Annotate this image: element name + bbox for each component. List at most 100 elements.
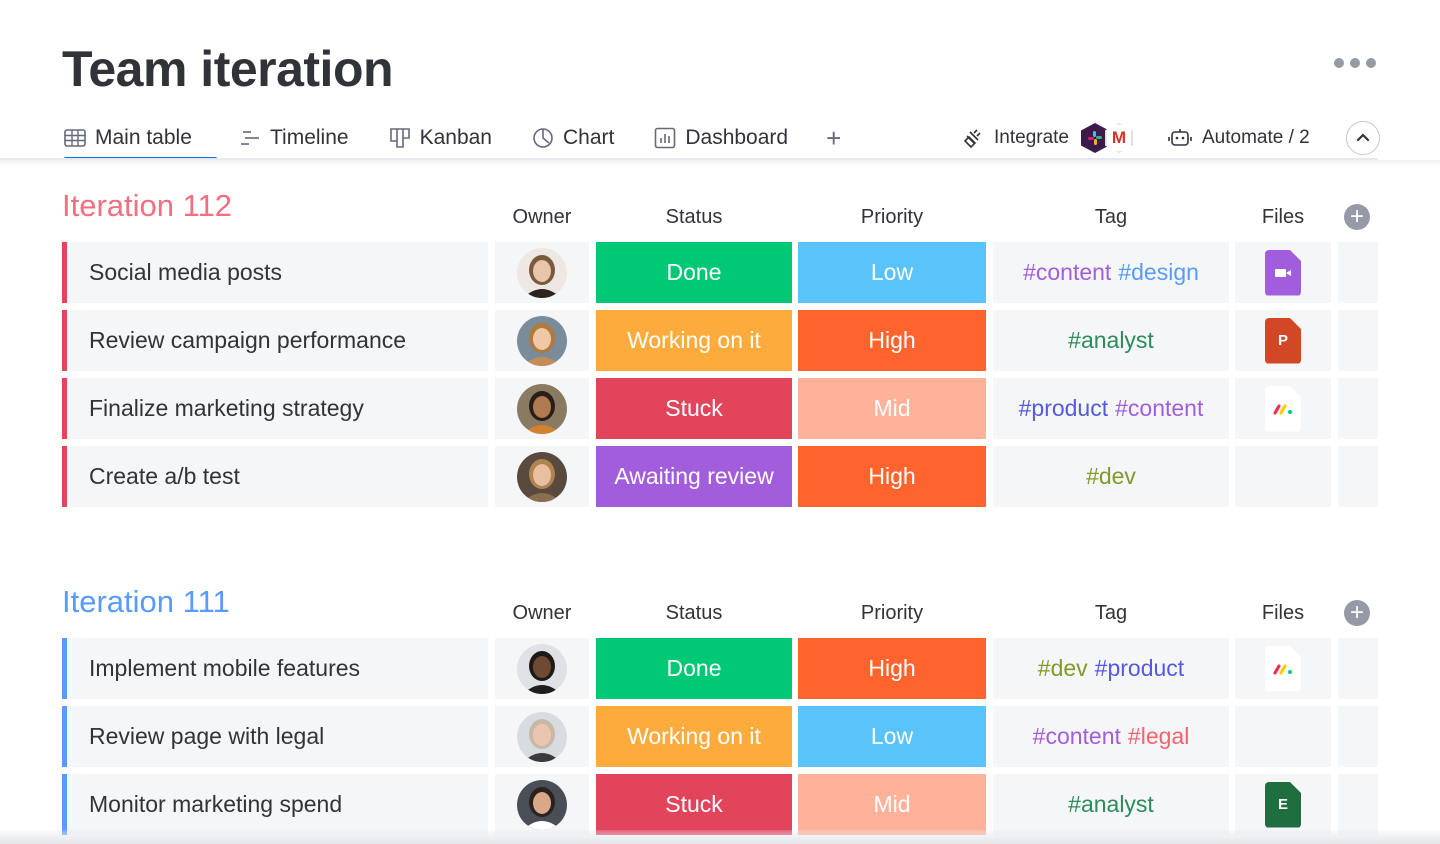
table-row[interactable]: Review campaign performance Working on i… [62,310,1378,371]
column-header-files[interactable]: Files [1235,206,1331,229]
column-header-tag[interactable]: Tag [993,206,1229,229]
priority-cell[interactable]: High [798,310,986,371]
owner-cell[interactable] [495,310,589,371]
tag-chip[interactable]: #content [1115,395,1203,422]
tag-cell[interactable]: #content #design [993,242,1229,303]
ellipsis-dot [1350,58,1360,68]
tag-cell[interactable]: #analyst [993,310,1229,371]
table-row[interactable]: Social media posts Done Low #content #des… [62,242,1378,303]
files-cell[interactable] [1235,446,1331,507]
group-title[interactable]: Iteration 112 [62,188,232,224]
status-cell[interactable]: Working on it [596,310,792,371]
priority-cell[interactable]: Low [798,706,986,767]
column-header-tag[interactable]: Tag [993,602,1229,625]
status-cell[interactable]: Stuck [596,378,792,439]
tag-cell[interactable]: #content #legal [993,706,1229,767]
column-header-owner[interactable]: Owner [495,602,589,625]
tab-label: Dashboard [685,126,789,149]
tag-chip[interactable]: #content [1033,723,1121,750]
group-color-bar [62,242,67,303]
tag-cell[interactable]: #analyst [993,774,1229,835]
chevron-up-icon [1356,129,1370,147]
table-row[interactable]: Create a/b test Awaiting review High #de… [62,446,1378,507]
item-name-cell[interactable]: Finalize marketing strategy [62,378,488,439]
item-name-cell[interactable]: Implement mobile features [62,638,488,699]
column-header-files[interactable]: Files [1235,602,1331,625]
tag-chip[interactable]: #dev [1086,463,1136,490]
status-cell[interactable]: Done [596,638,792,699]
owner-cell[interactable] [495,446,589,507]
monday-doc-icon[interactable] [1265,385,1301,432]
owner-cell[interactable] [495,774,589,835]
tag-chip[interactable]: #product [1019,395,1109,422]
priority-cell[interactable]: Mid [798,774,986,835]
files-cell[interactable] [1235,638,1331,699]
priority-label: High [868,655,916,681]
priority-cell[interactable]: High [798,446,986,507]
status-cell[interactable]: Done [596,242,792,303]
tag-chip[interactable]: #product [1095,655,1185,682]
priority-cell[interactable]: High [798,638,986,699]
tag-cell[interactable]: #dev #product [993,638,1229,699]
more-options-button[interactable] [1334,58,1376,68]
tag-chip[interactable]: #legal [1128,723,1189,750]
slack-icon [1081,123,1109,153]
tab-kanban[interactable]: Kanban [389,119,492,157]
column-header-priority[interactable]: Priority [798,602,986,625]
item-name-cell[interactable]: Review page with legal [62,706,488,767]
group-color-bar [62,310,67,371]
owner-cell[interactable] [495,242,589,303]
item-name-cell[interactable]: Create a/b test [62,446,488,507]
powerpoint-file-icon[interactable]: P [1265,317,1301,364]
group-title[interactable]: Iteration 111 [62,584,230,620]
status-cell[interactable]: Awaiting review [596,446,792,507]
add-column-button[interactable]: + [1344,204,1370,230]
tab-main-table[interactable]: Main table [64,119,217,160]
table-row[interactable]: Finalize marketing strategy Stuck Mid #p… [62,378,1378,439]
tag-cell[interactable]: #dev [993,446,1229,507]
item-name-cell[interactable]: Social media posts [62,242,488,303]
status-cell[interactable]: Working on it [596,706,792,767]
add-view-button[interactable]: + [826,123,841,154]
files-cell[interactable]: E [1235,774,1331,835]
integrate-button[interactable]: Integrate M [960,118,1133,158]
item-name-cell[interactable]: Monitor marketing spend [62,774,488,835]
column-header-priority[interactable]: Priority [798,206,986,229]
table-row[interactable]: Implement mobile features Done High #dev… [62,638,1378,699]
status-cell[interactable]: Stuck [596,774,792,835]
tag-chip[interactable]: #dev [1038,655,1088,682]
tag-chip[interactable]: #content [1023,259,1111,286]
owner-cell[interactable] [495,638,589,699]
tag-chip[interactable]: #analyst [1068,327,1154,354]
add-column-button[interactable]: + [1344,600,1370,626]
table-row[interactable]: Monitor marketing spend Stuck Mid #analy… [62,774,1378,835]
chart-pie-icon [532,127,554,149]
item-name-cell[interactable]: Review campaign performance [62,310,488,371]
priority-cell[interactable]: Low [798,242,986,303]
files-cell[interactable] [1235,242,1331,303]
table-row[interactable]: Review page with legal Working on it Low… [62,706,1378,767]
owner-cell[interactable] [495,378,589,439]
files-cell[interactable]: P [1235,310,1331,371]
status-label: Done [666,259,722,285]
column-header-owner[interactable]: Owner [495,206,589,229]
monday-doc-icon[interactable] [1265,645,1301,692]
tag-chip[interactable]: #design [1118,259,1199,286]
tab-dashboard[interactable]: Dashboard [654,119,788,157]
column-header-status[interactable]: Status [596,206,792,229]
excel-file-icon[interactable]: E [1265,781,1301,828]
tag-cell[interactable]: #product #content [993,378,1229,439]
priority-cell[interactable]: Mid [798,378,986,439]
item-name: Review campaign performance [89,327,407,353]
tab-timeline[interactable]: Timeline [239,119,349,157]
tag-chip[interactable]: #analyst [1068,791,1154,818]
column-header-status[interactable]: Status [596,602,792,625]
item-name: Social media posts [89,259,283,285]
files-cell[interactable] [1235,378,1331,439]
video-file-icon[interactable] [1265,249,1301,296]
tab-chart[interactable]: Chart [532,119,614,157]
automate-button[interactable]: Automate / 2 [1168,118,1310,158]
owner-cell[interactable] [495,706,589,767]
files-cell[interactable] [1235,706,1331,767]
collapse-header-button[interactable] [1346,121,1380,155]
